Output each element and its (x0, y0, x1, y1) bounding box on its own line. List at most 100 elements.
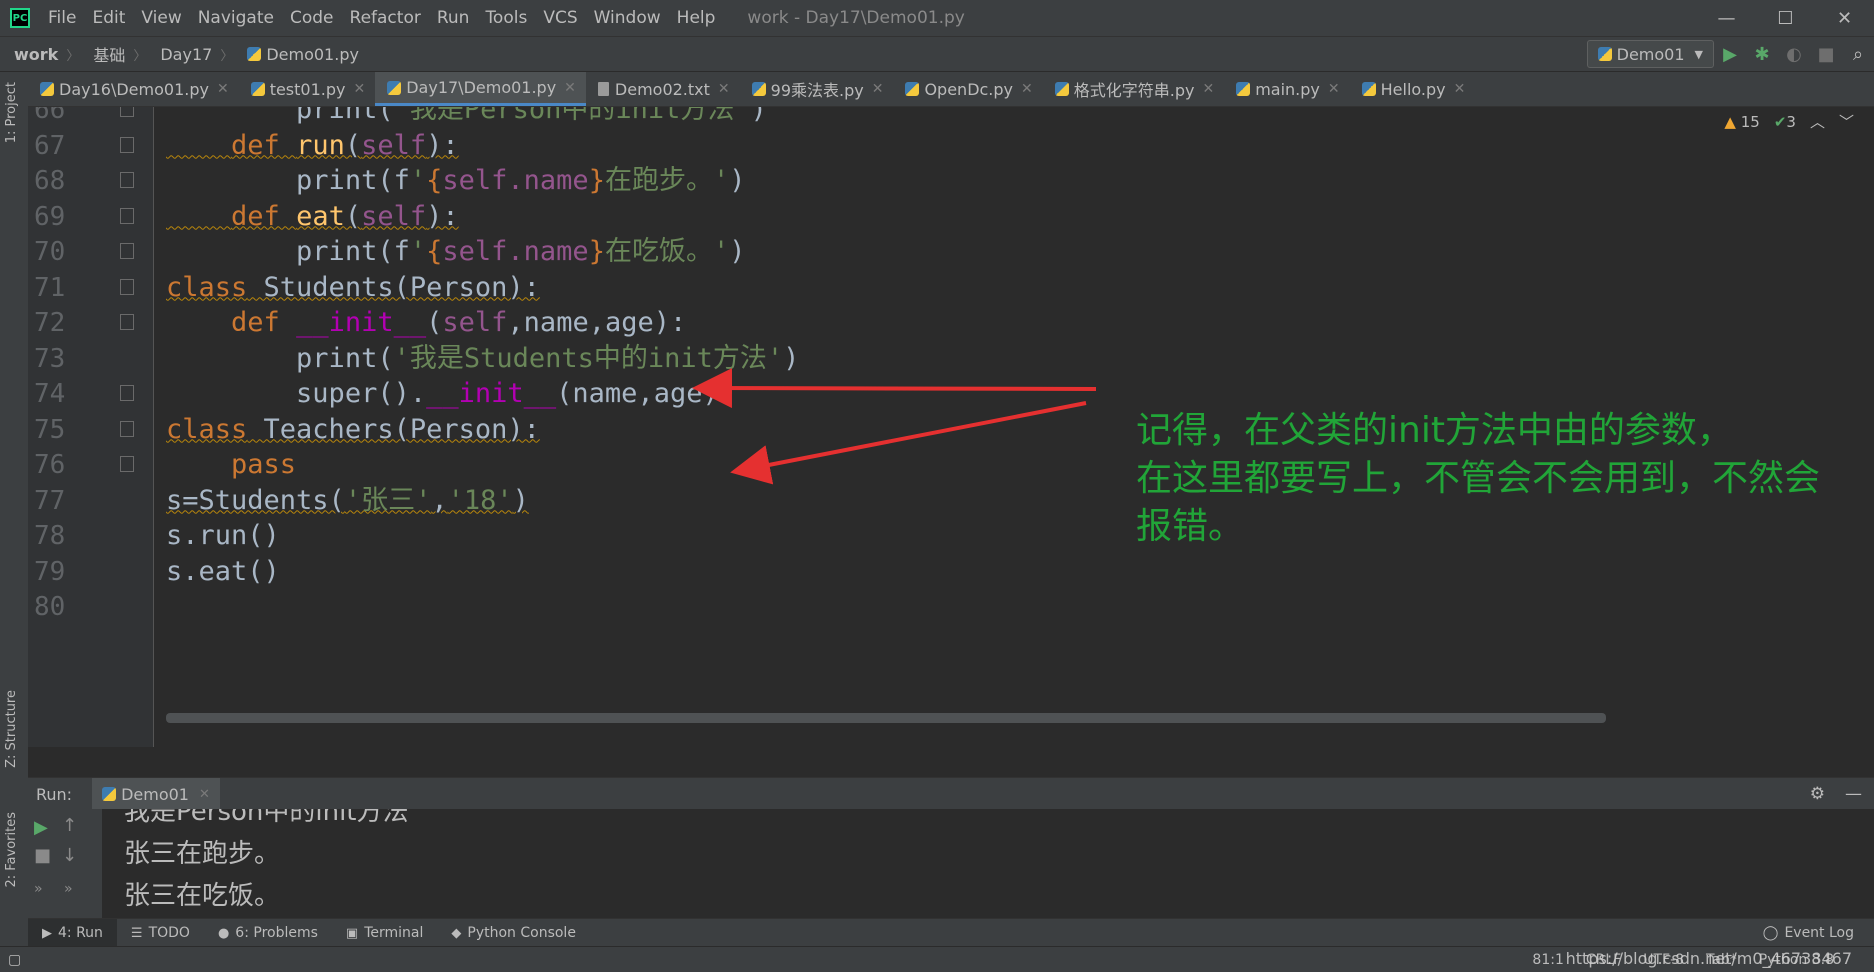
stop-icon[interactable]: ■ (34, 845, 51, 866)
breadcrumb-folder[interactable]: 基础 (79, 42, 133, 66)
menu-navigate[interactable]: Navigate (190, 8, 282, 28)
navigation-bar: work 〉 基础 〉 Day17 〉 Demo01.py Demo01 ▼ ▶… (0, 36, 1874, 72)
close-icon[interactable]: ✕ (718, 81, 730, 97)
play-icon: ▶ (42, 925, 52, 941)
tab-run[interactable]: ▶ 4: Run (28, 919, 117, 947)
python-file-icon (250, 82, 265, 96)
event-log-button[interactable]: ◯ Event Log (1763, 925, 1874, 941)
tab-label: Demo02.txt (614, 79, 710, 99)
breadcrumb-separator-icon: 〉 (133, 48, 147, 64)
event-log-icon: ◯ (1762, 925, 1779, 941)
tab-hello[interactable]: Hello.py ✕ (1350, 72, 1476, 106)
tab-99-table[interactable]: 99乘法表.py ✕ (740, 72, 894, 106)
tab-label: OpenDc.py (924, 79, 1014, 99)
close-icon[interactable]: ✕ (1021, 81, 1033, 97)
python-file-icon (387, 80, 402, 95)
breadcrumb-project[interactable]: work (0, 45, 66, 64)
minimize-button[interactable]: — (1697, 0, 1756, 36)
tab-problems[interactable]: ● 6: Problems (204, 919, 332, 947)
run-configuration-select[interactable]: Demo01 ▼ (1586, 40, 1714, 68)
close-icon[interactable]: ✕ (564, 80, 576, 96)
rerun-icon[interactable]: ▶ (34, 817, 48, 838)
menu-run[interactable]: Run (429, 8, 478, 28)
gear-icon[interactable]: ⚙ (1810, 784, 1825, 804)
favorites-tool-tab[interactable]: 2: Favorites (4, 812, 19, 888)
menu-vcs[interactable]: VCS (535, 8, 585, 28)
structure-tool-tab[interactable]: Z: Structure (4, 690, 19, 768)
caret-position[interactable]: 81:1 (1532, 952, 1563, 968)
run-tab-demo01[interactable]: Demo01 ✕ (92, 778, 220, 810)
tab-demo02-txt[interactable]: Demo02.txt ✕ (586, 72, 740, 106)
breadcrumb-file[interactable]: Demo01.py (233, 45, 367, 64)
watermark: https://blog.csdn.net/m0_46738467 (1565, 949, 1852, 968)
annotation-line: 记得，在父类的init方法中由的参数， (1136, 410, 1733, 451)
chevron-down-icon: ▼ (1694, 47, 1703, 61)
tab-todo[interactable]: ☰ TODO (117, 919, 204, 947)
tab-label: main.py (1255, 79, 1320, 99)
close-icon[interactable]: ✕ (1328, 81, 1340, 97)
annotation-note: 记得，在父类的init方法中由的参数， 在这里都要写上，不管会不会用到，不然会 … (1136, 407, 1820, 551)
horizontal-scrollbar[interactable] (166, 713, 1606, 723)
menu-code[interactable]: Code (282, 8, 342, 28)
tab-label: Day17\Demo01.py (406, 78, 557, 97)
output-line: 张三在跑步。 (124, 839, 281, 869)
tab-label: 格式化字符串.py (1073, 81, 1195, 100)
close-icon[interactable]: ✕ (353, 81, 365, 97)
breadcrumb-file-label: Demo01.py (266, 44, 359, 64)
menu-help[interactable]: Help (669, 8, 724, 28)
menu-refactor[interactable]: Refactor (342, 8, 429, 28)
down-icon[interactable]: ↓ (62, 845, 77, 866)
close-icon[interactable]: ✕ (1202, 81, 1214, 97)
hide-icon[interactable]: — (1845, 784, 1862, 804)
breadcrumb-subfolder[interactable]: Day17 (146, 45, 220, 64)
tab-label: 6: Problems (235, 925, 318, 941)
toggle-tool-windows-icon[interactable]: ▢ (8, 952, 21, 968)
event-log-label: Event Log (1784, 925, 1854, 941)
tab-format-string[interactable]: 格式化字符串.py ✕ (1043, 72, 1224, 106)
coverage-icon[interactable]: ◐ (1778, 36, 1810, 72)
arrow-to-init-params (692, 368, 1097, 409)
python-file-icon (102, 787, 117, 801)
breadcrumb-separator-icon: 〉 (220, 48, 234, 64)
run-icon[interactable]: ▶ (1714, 36, 1746, 72)
stop-icon[interactable]: ■ (1810, 36, 1842, 72)
menu-edit[interactable]: Edit (84, 8, 133, 28)
close-icon[interactable]: ✕ (1454, 81, 1466, 97)
menu-tools[interactable]: Tools (477, 8, 535, 28)
tab-label: TODO (148, 925, 190, 941)
code-editor[interactable]: 66 print('我是Person中的init方法') 67 def run(s… (28, 107, 1874, 747)
tab-test01[interactable]: test01.py ✕ (239, 72, 376, 106)
python-file-icon (247, 47, 262, 61)
project-tool-tab[interactable]: 1: Project (4, 82, 19, 143)
run-label: Run: (36, 784, 73, 804)
search-icon[interactable]: ⌕ (1842, 36, 1874, 72)
python-file-icon (40, 82, 54, 96)
tab-opendc[interactable]: OpenDc.py ✕ (893, 72, 1042, 106)
tab-terminal[interactable]: ▣ Terminal (332, 919, 437, 947)
debug-icon[interactable]: ✱ (1746, 36, 1778, 72)
list-icon: ☰ (130, 925, 143, 941)
tab-label: 4: Run (58, 925, 103, 941)
menu-file[interactable]: File (40, 8, 84, 28)
tab-python-console[interactable]: ◆ Python Console (437, 919, 590, 947)
tab-day17-demo01[interactable]: Day17\Demo01.py ✕ (375, 72, 586, 106)
expand-icon[interactable]: » (34, 881, 43, 897)
tab-day16-demo01[interactable]: Day16\Demo01.py ✕ (28, 72, 239, 106)
tab-label: Day16\Demo01.py (59, 79, 209, 99)
close-icon[interactable]: ✕ (872, 81, 884, 97)
menu-view[interactable]: View (133, 8, 189, 28)
close-icon[interactable]: ✕ (217, 81, 229, 97)
info-icon: ● (217, 925, 230, 941)
python-file-icon (905, 82, 920, 96)
menu-window[interactable]: Window (586, 8, 669, 28)
run-console[interactable]: ▶ ↑ ■ ↓ » » 我是Person中的init方法 张三在跑步。 张三在吃… (28, 809, 1874, 918)
run-tool-header: Run: Demo01 ✕ ⚙ — (28, 777, 1874, 810)
up-icon[interactable]: ↑ (62, 815, 77, 836)
maximize-button[interactable]: ☐ (1756, 0, 1815, 36)
expand-icon[interactable]: » (64, 881, 73, 897)
close-icon[interactable]: ✕ (199, 787, 210, 802)
close-window-button[interactable]: ✕ (1815, 0, 1874, 36)
status-bar: ▢ 81:1 CRLF UTF-8 Tab* Python 3.8 https:… (0, 946, 1874, 972)
tab-label: 99乘法表.py (770, 81, 864, 100)
tab-main[interactable]: main.py ✕ (1224, 72, 1349, 106)
